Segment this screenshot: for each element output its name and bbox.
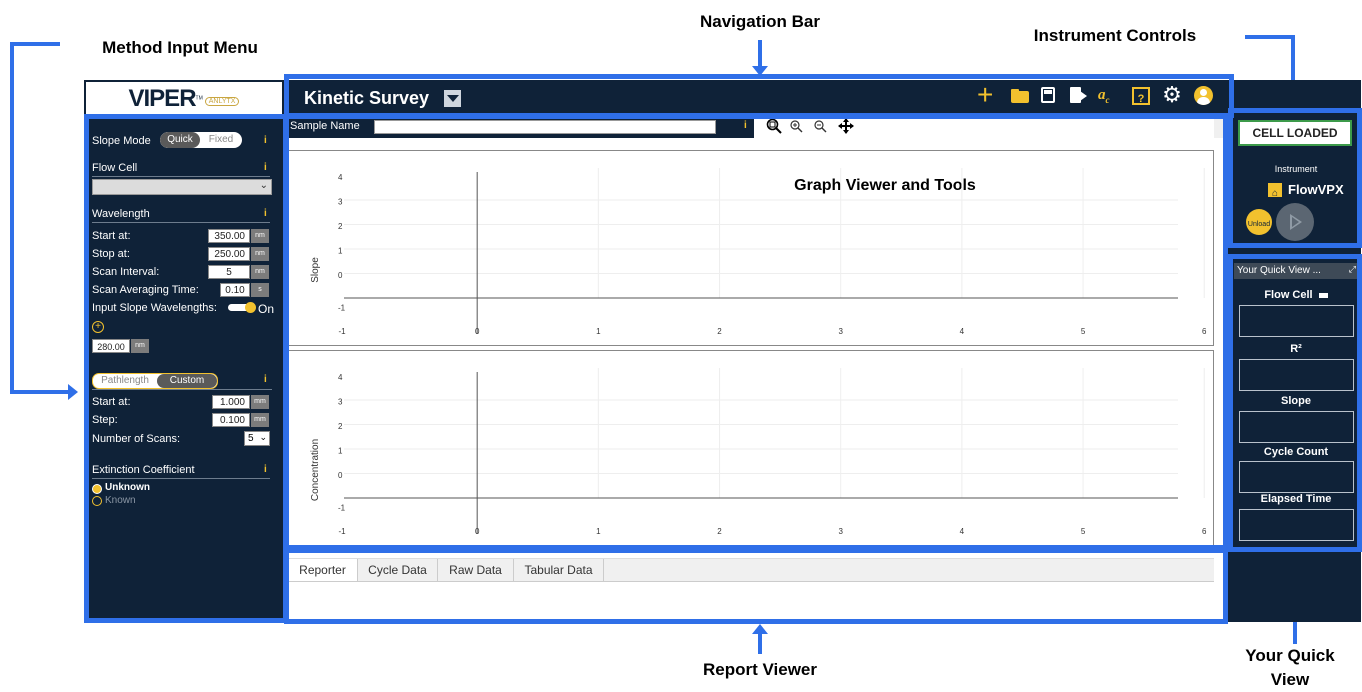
x-tick-label: 4	[960, 327, 965, 336]
x-tick-label: 3	[838, 327, 843, 336]
x-tick-label: 5	[1081, 527, 1086, 536]
x-tick-label: 3	[838, 527, 843, 536]
y-tick-label: 0	[338, 271, 343, 280]
y-tick-label: 4	[338, 173, 343, 182]
highlight-navigation-bar	[284, 74, 1234, 118]
y-tick-label: -1	[338, 304, 346, 313]
x-tick-label: 2	[717, 327, 722, 336]
y-tick-label: 1	[338, 447, 343, 456]
y-tick-label: 1	[338, 247, 343, 256]
y-tick-label: 3	[338, 198, 343, 207]
arrow-up-icon	[752, 624, 768, 634]
highlight-method-input-menu	[84, 114, 288, 623]
callout-instrument-controls: Instrument Controls	[1033, 26, 1197, 45]
x-tick-label: 4	[960, 527, 965, 536]
highlight-instrument-controls	[1228, 108, 1362, 248]
x-tick-label: 0	[475, 327, 480, 336]
x-tick-label: 1	[596, 327, 601, 336]
callout-report-viewer: Report Viewer	[702, 660, 817, 679]
callout-line	[758, 632, 762, 654]
y-tick-label: 4	[338, 373, 343, 382]
y-axis-label: Concentration	[310, 439, 321, 501]
y-axis-label: Slope	[310, 257, 321, 283]
callout-line	[10, 390, 70, 394]
arrow-right-icon	[68, 384, 78, 400]
graph-axes: 43210-1-10123456Time (s)Concentration	[310, 368, 1207, 536]
callout-line	[1245, 35, 1295, 39]
logo-main: VIPER	[128, 85, 197, 112]
callout-method-input-menu: Method Input Menu	[102, 38, 258, 57]
callout-line	[10, 42, 14, 394]
logo-sub: ANLYTX	[204, 97, 240, 107]
highlight-quick-view	[1228, 254, 1362, 552]
logo: VIPERTM ANLYTX	[86, 82, 282, 116]
x-tick-label: -1	[338, 527, 346, 536]
y-tick-label: 3	[338, 398, 343, 407]
logo-tm: TM	[195, 95, 203, 102]
x-tick-label: 0	[475, 527, 480, 536]
callout-quick-view-line2: View	[1270, 670, 1310, 689]
callout-line	[10, 42, 60, 46]
x-tick-label: 5	[1081, 327, 1086, 336]
y-tick-label: 2	[338, 222, 343, 231]
x-tick-label: 6	[1202, 327, 1207, 336]
y-tick-label: 2	[338, 422, 343, 431]
x-tick-label: 1	[596, 527, 601, 536]
graph-axes: 43210-1-10123456Time (s)Slope	[310, 168, 1207, 336]
x-tick-label: -1	[338, 327, 346, 336]
y-tick-label: 0	[338, 471, 343, 480]
callout-quick-view: Your Quick	[1245, 646, 1335, 665]
x-tick-label: 2	[717, 527, 722, 536]
callout-navigation-bar: Navigation Bar	[700, 12, 820, 31]
highlight-report-viewer	[284, 548, 1228, 624]
x-tick-label: 6	[1202, 527, 1207, 536]
y-tick-label: -1	[338, 504, 346, 513]
